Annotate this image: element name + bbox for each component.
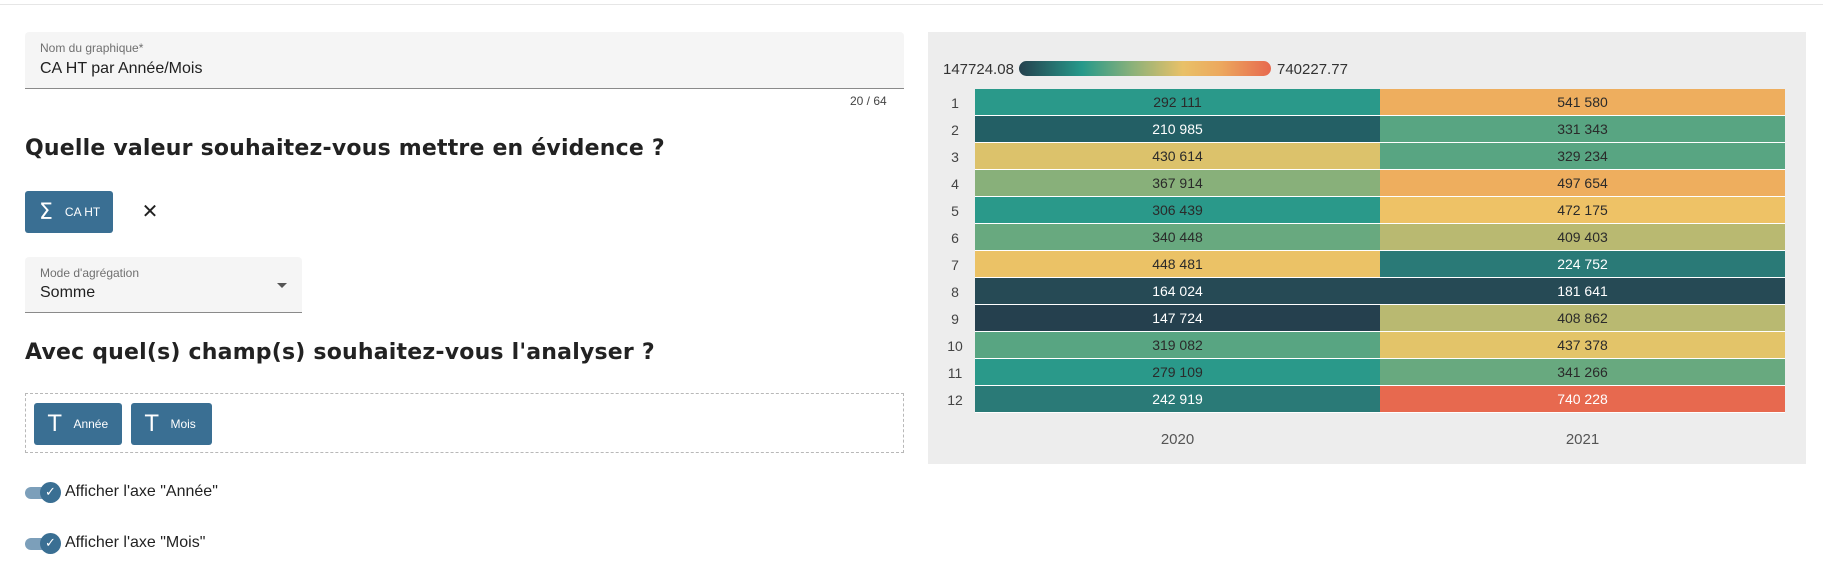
value-chip-ca-ht[interactable]: Σ CA HT <box>25 191 113 233</box>
text-field-icon: T <box>48 411 62 437</box>
toggle-label-annee: Afficher l'axe "Année" <box>65 483 218 500</box>
legend-min-value: 147724.08 <box>943 61 1014 78</box>
aggregation-value: Somme <box>40 284 96 301</box>
y-tick-label: 7 <box>951 257 959 273</box>
value-heading: Quelle valeur souhaitez-vous mettre en é… <box>25 136 665 161</box>
y-tick-label: 8 <box>951 284 959 300</box>
aggregation-label: Mode d'agrégation <box>40 266 140 280</box>
heatmap-cell[interactable]: 541 580 <box>1380 89 1785 116</box>
heatmap-cell[interactable]: 210 985 <box>975 116 1380 143</box>
chart-name-value[interactable]: CA HT par Année/Mois <box>40 60 202 78</box>
y-tick-label: 1 <box>951 95 959 111</box>
heatmap-cell[interactable]: 437 378 <box>1380 332 1785 359</box>
heatmap-cell[interactable]: 497 654 <box>1380 170 1785 197</box>
heatmap-cell[interactable]: 147 724 <box>975 305 1380 332</box>
legend-color-scale <box>1019 61 1271 76</box>
remove-value-icon[interactable]: ✕ <box>140 200 160 224</box>
heatmap-cell[interactable]: 319 082 <box>975 332 1380 359</box>
heatmap-cell[interactable]: 164 024 <box>975 278 1380 305</box>
toggle-show-mois-axis[interactable]: ✓ <box>25 533 61 554</box>
legend-max-value: 740227.77 <box>1277 61 1348 78</box>
y-tick-label: 11 <box>947 365 963 381</box>
field-chip-label: Mois <box>170 417 196 431</box>
top-divider <box>0 4 1823 5</box>
heatmap-cell[interactable]: 242 919 <box>975 386 1380 413</box>
heatmap-cell[interactable]: 430 614 <box>975 143 1380 170</box>
aggregation-select[interactable]: Mode d'agrégation Somme <box>25 257 302 313</box>
y-tick-label: 9 <box>951 311 959 327</box>
toggle-label-mois: Afficher l'axe "Mois" <box>65 534 206 551</box>
toggle-row-annee: ✓ Afficher l'axe "Année" <box>25 481 218 503</box>
heatmap-cell[interactable]: 181 641 <box>1380 278 1785 305</box>
field-chip-mois[interactable]: T Mois <box>131 403 212 445</box>
heatmap-cell[interactable]: 409 403 <box>1380 224 1785 251</box>
y-tick-label: 6 <box>951 230 959 246</box>
value-chip-label: CA HT <box>64 205 101 219</box>
y-tick-label: 3 <box>951 149 959 165</box>
y-tick-label: 4 <box>951 176 959 192</box>
heatmap-cell[interactable]: 408 862 <box>1380 305 1785 332</box>
sigma-icon: Σ <box>39 199 53 225</box>
char-counter: 20 / 64 <box>850 94 887 108</box>
y-tick-label: 2 <box>951 122 959 138</box>
y-tick-label: 12 <box>947 392 963 408</box>
text-field-icon: T <box>145 411 159 437</box>
toggle-row-mois: ✓ Afficher l'axe "Mois" <box>25 532 205 554</box>
check-icon: ✓ <box>40 533 61 554</box>
field-chip-label: Année <box>73 417 109 431</box>
heatmap-cell[interactable]: 279 109 <box>975 359 1380 386</box>
chart-name-label: Nom du graphique* <box>40 41 144 55</box>
heatmap-cell[interactable]: 448 481 <box>975 251 1380 278</box>
heatmap-cell[interactable]: 472 175 <box>1380 197 1785 224</box>
toggle-show-annee-axis[interactable]: ✓ <box>25 482 61 503</box>
y-tick-label: 10 <box>947 338 963 354</box>
heatmap-cell[interactable]: 740 228 <box>1380 386 1785 413</box>
heatmap-cell[interactable]: 341 266 <box>1380 359 1785 386</box>
heatmap-cell[interactable]: 306 439 <box>975 197 1380 224</box>
heatmap-cell[interactable]: 367 914 <box>975 170 1380 197</box>
heatmap-cell[interactable]: 292 111 <box>975 89 1380 116</box>
x-tick-label: 2021 <box>1565 431 1600 448</box>
heatmap-cell[interactable]: 331 343 <box>1380 116 1785 143</box>
x-tick-label: 2020 <box>1160 431 1195 448</box>
y-tick-label: 5 <box>951 203 959 219</box>
check-icon: ✓ <box>40 482 61 503</box>
fields-heading: Avec quel(s) champ(s) souhaitez-vous l'a… <box>25 340 655 365</box>
chart-name-field[interactable]: Nom du graphique* CA HT par Année/Mois <box>25 32 904 89</box>
heatmap-cell[interactable]: 329 234 <box>1380 143 1785 170</box>
heatmap-cell[interactable]: 340 448 <box>975 224 1380 251</box>
field-chip-annee[interactable]: T Année <box>34 403 122 445</box>
dropdown-arrow-icon[interactable] <box>277 283 287 288</box>
heatmap-cell[interactable]: 224 752 <box>1380 251 1785 278</box>
